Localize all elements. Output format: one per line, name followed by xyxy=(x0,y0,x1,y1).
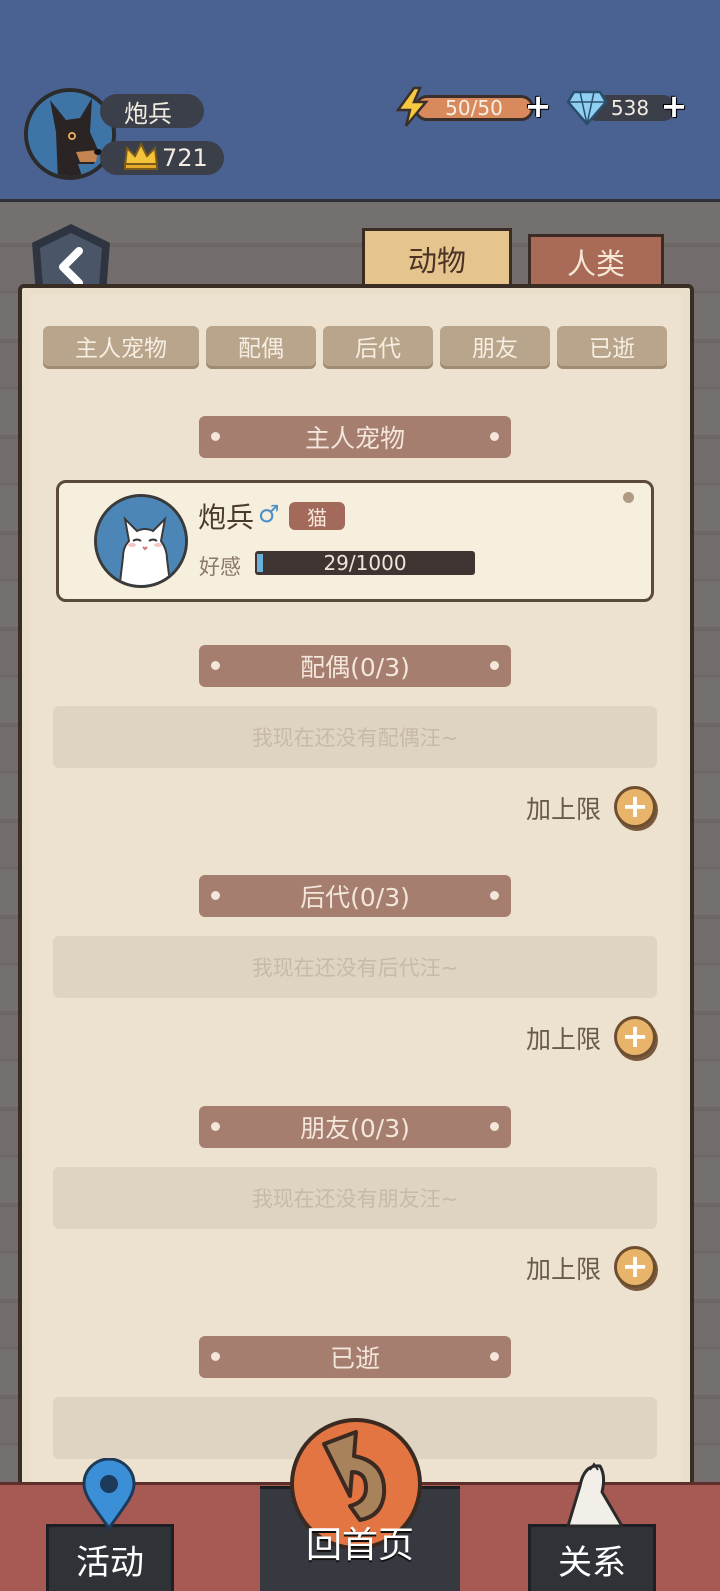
plus-icon: + xyxy=(614,786,656,828)
paw-hand-icon xyxy=(566,1462,624,1528)
chevron-left-icon xyxy=(59,247,83,287)
plus-icon: + xyxy=(614,1016,656,1058)
energy-bolt-icon xyxy=(395,86,429,127)
player-score: 721 xyxy=(100,141,224,175)
add-cap-label: 加上限 xyxy=(526,1025,602,1054)
add-energy-button[interactable]: + xyxy=(523,90,553,122)
section-title: 已逝 xyxy=(329,1344,380,1373)
section-banner-offspring: 后代(0/3) xyxy=(199,875,511,917)
add-spouse-cap-button[interactable]: 加上限 + xyxy=(526,786,658,830)
crown-icon xyxy=(123,141,159,170)
section-title: 主人宠物 xyxy=(304,424,405,453)
friends-empty-message: 我现在还没有朋友汪~ xyxy=(53,1167,657,1229)
section-title: 后代(0/3) xyxy=(300,883,410,912)
filter-spouse[interactable]: 配偶 xyxy=(206,326,316,366)
map-pin-icon xyxy=(82,1458,136,1530)
section-banner-spouse: 配偶(0/3) xyxy=(199,645,511,687)
add-cap-label: 加上限 xyxy=(526,795,602,824)
filter-deceased[interactable]: 已逝 xyxy=(557,326,667,366)
add-friends-cap-button[interactable]: 加上限 + xyxy=(526,1246,658,1290)
card-dot xyxy=(623,492,634,503)
filter-friends[interactable]: 朋友 xyxy=(440,326,550,366)
pet-name: 炮兵 xyxy=(198,501,255,534)
tab-animals[interactable]: 动物 xyxy=(362,228,512,286)
nav-activity-label: 活动 xyxy=(76,1542,144,1583)
energy-value: 50/50 xyxy=(445,96,503,120)
add-gems-button[interactable]: + xyxy=(659,90,689,122)
player-name: 炮兵 xyxy=(100,94,204,128)
filter-master-pet[interactable]: 主人宠物 xyxy=(43,326,199,366)
section-title: 朋友(0/3) xyxy=(300,1114,410,1143)
affinity-value: 29/1000 xyxy=(323,551,407,575)
nav-relations-button[interactable]: 关系 xyxy=(528,1524,656,1591)
species-badge: 猫 xyxy=(289,502,345,530)
plus-icon: + xyxy=(614,1246,656,1288)
add-cap-label: 加上限 xyxy=(526,1255,602,1284)
affinity-label: 好感 xyxy=(199,555,241,579)
energy-bar: 50/50 xyxy=(414,95,534,121)
section-banner-friends: 朋友(0/3) xyxy=(199,1106,511,1148)
affinity-bar: 29/1000 xyxy=(255,551,475,575)
tab-humans[interactable]: 人类 xyxy=(528,234,664,286)
filter-offspring[interactable]: 后代 xyxy=(323,326,433,366)
spouse-empty-message: 我现在还没有配偶汪~ xyxy=(53,706,657,768)
male-gender-icon: ♂ xyxy=(258,500,280,528)
section-banner-master: 主人宠物 xyxy=(199,416,511,458)
nav-activity-button[interactable]: 活动 xyxy=(46,1524,174,1591)
section-title: 配偶(0/3) xyxy=(300,653,410,682)
diamond-icon xyxy=(566,90,608,126)
gem-value: 538 xyxy=(610,96,650,120)
nav-relations-label: 关系 xyxy=(558,1542,626,1583)
pet-avatar[interactable] xyxy=(94,494,188,588)
add-offspring-cap-button[interactable]: 加上限 + xyxy=(526,1016,658,1060)
nav-home-label[interactable]: 回首页 xyxy=(260,1514,460,1570)
offspring-empty-message: 我现在还没有后代汪~ xyxy=(53,936,657,998)
section-banner-deceased: 已逝 xyxy=(199,1336,511,1378)
